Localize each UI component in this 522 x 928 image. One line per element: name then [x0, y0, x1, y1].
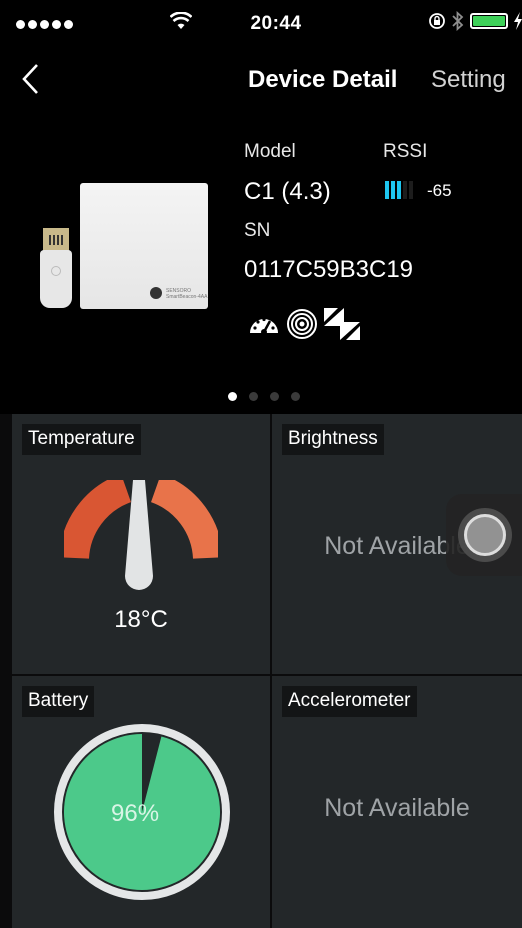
feature-icons — [248, 308, 360, 340]
temperature-gauge — [64, 480, 218, 590]
sensoro-logo-icon — [150, 287, 162, 299]
status-bar: 20:44 — [0, 0, 522, 48]
rssi-bar — [385, 181, 389, 199]
rssi-value: -65 — [427, 181, 452, 200]
page-dot[interactable] — [270, 392, 279, 401]
page-dot[interactable] — [291, 392, 300, 401]
rssi-bars — [385, 181, 413, 199]
rssi-bar — [409, 181, 413, 199]
page-dot[interactable] — [228, 392, 237, 401]
rssi-bar — [391, 181, 395, 199]
battery-value: 96% — [111, 800, 160, 827]
model-label: Model — [244, 141, 296, 162]
model-value: C1 (4.3) — [244, 178, 331, 205]
page-dot[interactable] — [249, 392, 258, 401]
back-chevron-icon[interactable] — [20, 62, 40, 96]
speedometer-icon — [250, 317, 278, 335]
battery-tile[interactable]: Battery 96% — [12, 676, 270, 928]
dongle-logo-icon — [51, 266, 61, 276]
brightness-label: Brightness — [282, 424, 384, 455]
usb-contacts-icon — [49, 235, 63, 245]
accelerometer-tile[interactable]: Accelerometer Not Available — [272, 676, 522, 928]
beacon-imprint: SENSORO SmartBeacon-4AA — [166, 288, 208, 300]
rssi-bar — [397, 181, 401, 199]
rssi-bar — [403, 181, 407, 199]
temperature-value: 18°C — [114, 606, 168, 633]
page-indicator[interactable] — [228, 392, 300, 401]
temperature-label: Temperature — [22, 424, 141, 455]
assistive-touch-button[interactable] — [446, 494, 522, 576]
broadcast-icon — [287, 309, 317, 339]
bluetooth-icon — [452, 11, 464, 31]
navigation-bar: Device Detail Setting — [0, 48, 522, 112]
accelerometer-label: Accelerometer — [282, 686, 417, 717]
usb-dongle-image — [40, 250, 72, 308]
lightning-icon — [324, 308, 360, 340]
sn-value: 0117C59B3C19 — [244, 256, 414, 283]
battery-indicator — [470, 13, 508, 29]
sn-label: SN — [244, 220, 271, 241]
setting-tab[interactable]: Setting — [431, 66, 506, 94]
rotation-lock-icon — [429, 13, 445, 29]
charging-icon — [514, 12, 522, 30]
accelerometer-value: Not Available — [324, 794, 470, 822]
page-title: Device Detail — [248, 66, 398, 93]
battery-label: Battery — [22, 686, 95, 717]
rssi-label: RSSI — [383, 141, 428, 162]
temperature-tile[interactable]: Temperature 18°C — [12, 414, 270, 674]
